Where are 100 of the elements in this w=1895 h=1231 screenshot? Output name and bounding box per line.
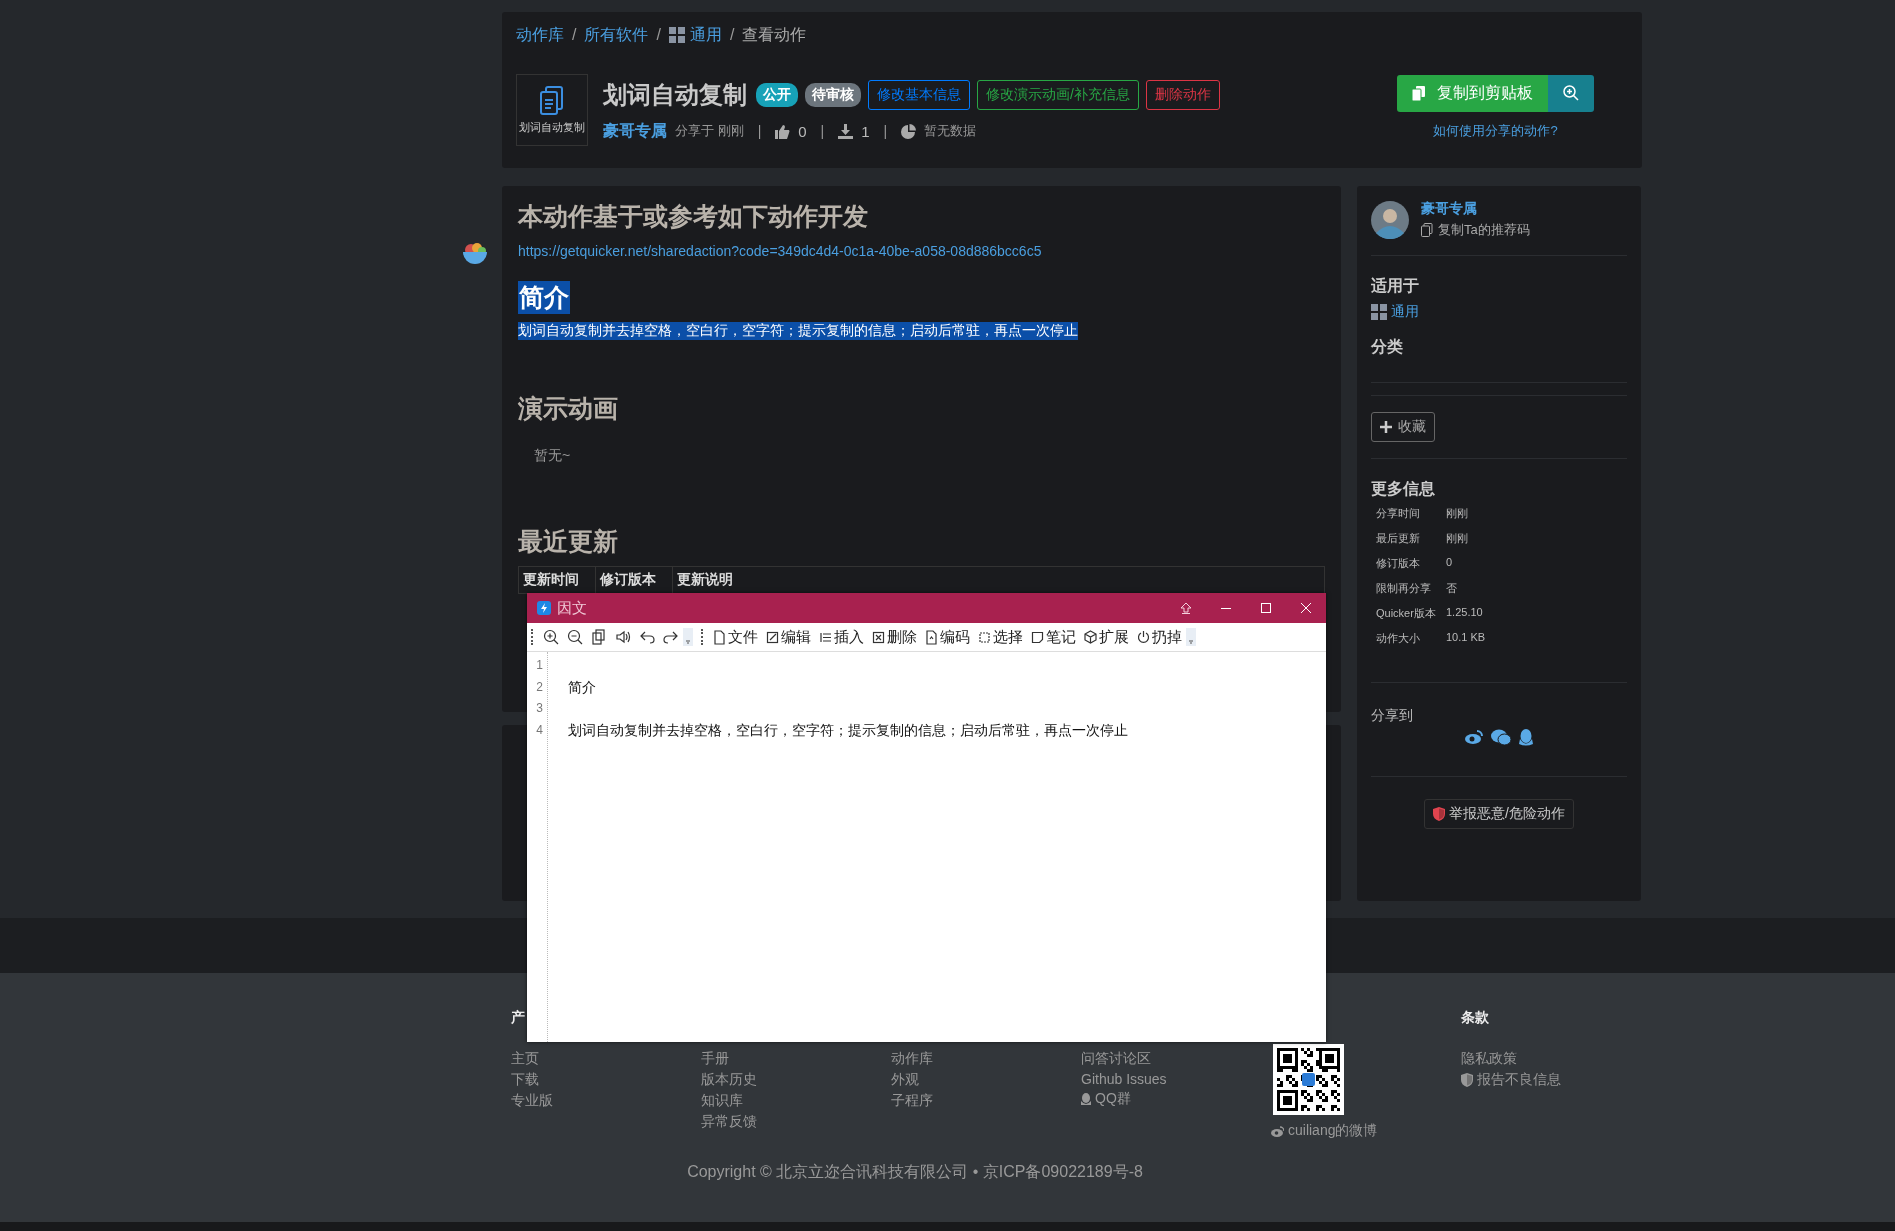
pie-chart-icon <box>901 123 917 139</box>
toolbar-menu[interactable]: 扔掉 <box>1137 627 1182 647</box>
stats-text: 暂无数据 <box>924 122 977 140</box>
edit-action-button[interactable]: 修改演示动画/补充信息 <box>977 79 1139 110</box>
sidebar-heading: 分类 <box>1371 337 1404 357</box>
edit-action-button[interactable]: 修改基本信息 <box>868 79 970 110</box>
toolbar-menu[interactable]: 编辑 <box>766 627 811 647</box>
file-icon <box>713 629 726 645</box>
footer-link[interactable]: 专业版 <box>511 1092 553 1110</box>
footer-link[interactable]: 问答讨论区 <box>1081 1050 1151 1068</box>
footer-link[interactable]: 动作库 <box>891 1050 933 1068</box>
footer-heading: 产 <box>511 1009 525 1027</box>
bowl-icon <box>462 240 488 266</box>
copy-to-clipboard-button[interactable]: 复制到剪贴板 <box>1397 74 1548 112</box>
zoom-out-icon[interactable] <box>567 629 583 645</box>
line-number: 2 <box>535 678 544 696</box>
toolbar-menu[interactable]: 笔记 <box>1031 627 1076 647</box>
editor-line: 简介 <box>568 677 597 697</box>
document-icon <box>538 85 566 116</box>
weibo-icon[interactable] <box>1465 729 1483 744</box>
favorite-button[interactable]: 收藏 <box>1371 412 1435 442</box>
thumbs-up-icon <box>775 123 791 139</box>
footer-link[interactable]: 主页 <box>511 1050 539 1068</box>
shared-time: 分享于 刚刚 <box>675 122 744 140</box>
search-button[interactable] <box>1548 74 1594 112</box>
shield-icon <box>1461 1073 1473 1087</box>
box-x-icon <box>872 629 885 645</box>
note-icon <box>1031 629 1044 645</box>
copy-icon <box>1421 223 1433 237</box>
footer-link[interactable]: 外观 <box>891 1071 919 1089</box>
user-name-link[interactable]: 豪哥专属 <box>1421 200 1530 218</box>
close-icon[interactable] <box>1300 602 1312 614</box>
help-link[interactable]: 如何使用分享的动作? <box>1433 121 1558 140</box>
toolbar-menu[interactable]: 扩展 <box>1084 627 1129 647</box>
speaker-icon[interactable] <box>615 629 631 645</box>
line-number: 3 <box>535 700 544 717</box>
toolbar-menu[interactable]: 选择 <box>978 627 1023 647</box>
breadcrumb-link[interactable]: 通用 <box>689 24 722 46</box>
footer-link[interactable]: 隐私政策 <box>1461 1050 1517 1068</box>
window-title: 因文 <box>557 598 587 618</box>
breadcrumb-link[interactable]: 所有软件 <box>584 24 649 46</box>
qq-penguin-icon[interactable] <box>1519 729 1533 746</box>
empty-text: 暂无~ <box>534 447 572 465</box>
toolbar-menu[interactable]: 删除 <box>872 627 917 647</box>
footer-link[interactable]: 版本历史 <box>701 1071 757 1089</box>
section-heading: 最近更新 <box>518 526 619 557</box>
cube-icon <box>1084 629 1097 645</box>
power-icon <box>1137 629 1150 645</box>
info-value: 1.25.10 <box>1446 606 1484 620</box>
toolbar-menu[interactable]: 文件 <box>713 627 758 647</box>
source-action-link[interactable]: https://getquicker.net/sharedaction?code=349dc4d4-0c1a-40be-a058-08d886bcc6c5 <box>518 243 1325 259</box>
sidebar-heading: 适用于 <box>1371 276 1420 296</box>
qr-code <box>1273 1044 1344 1115</box>
avatar <box>1371 200 1409 239</box>
download-icon <box>838 123 854 139</box>
copy-icon[interactable] <box>591 629 607 645</box>
footer-link[interactable]: 报告不良信息 <box>1461 1071 1561 1089</box>
likes-count: 0 <box>798 122 807 140</box>
section-heading: 本动作基于或参考如下动作开发 <box>518 201 869 232</box>
info-value: 刚刚 <box>1446 506 1469 521</box>
copy-referral-link[interactable]: 复制Ta的推荐码 <box>1421 221 1530 239</box>
info-label: 动作大小 <box>1376 631 1421 646</box>
toolbar-menu[interactable]: 编码 <box>925 627 970 647</box>
edit-action-button[interactable]: 删除动作 <box>1145 79 1220 110</box>
zoom-in-icon[interactable] <box>543 629 559 645</box>
search-icon <box>1563 85 1579 101</box>
footer-link[interactable]: Github Issues <box>1081 1071 1167 1087</box>
toolbar-menu[interactable]: 插入 <box>819 627 864 647</box>
line-number: 4 <box>535 721 544 739</box>
footer-link[interactable]: 异常反馈 <box>701 1113 757 1131</box>
footer-link[interactable]: 知识库 <box>701 1092 743 1110</box>
author-link[interactable]: 豪哥专属 <box>603 120 667 142</box>
footer-link[interactable]: 下载 <box>511 1071 539 1089</box>
redo-icon[interactable] <box>663 629 679 645</box>
footer-link[interactable]: 子程序 <box>891 1092 933 1110</box>
sidebar-heading: 更多信息 <box>1371 479 1436 499</box>
footer-heading: 条款 <box>1461 1009 1489 1027</box>
report-button[interactable]: 举报恶意/危险动作 <box>1424 799 1574 829</box>
breadcrumb-link[interactable]: 动作库 <box>516 24 564 46</box>
breadcrumb-separator: / <box>656 26 661 44</box>
meta-divider: | <box>820 123 825 139</box>
weibo-icon <box>1271 1125 1284 1137</box>
info-label: 最后更新 <box>1376 531 1421 546</box>
undo-icon[interactable] <box>639 629 655 645</box>
pin-icon[interactable] <box>1180 602 1192 614</box>
breadcrumb-separator: / <box>729 26 735 44</box>
plus-icon <box>1380 421 1392 433</box>
info-value: 刚刚 <box>1446 531 1469 546</box>
app-link[interactable]: 通用 <box>1371 303 1627 321</box>
weibo-link[interactable]: cuiliang的微博 <box>1271 1122 1378 1140</box>
action-icon-caption: 划词自动复制 <box>519 119 585 135</box>
grid-icon <box>668 27 685 43</box>
wechat-icon[interactable] <box>1491 729 1511 745</box>
status-badge: 公开 <box>756 82 798 107</box>
column-header: 更新说明 <box>676 570 734 589</box>
maximize-icon[interactable] <box>1260 602 1272 614</box>
footer-link[interactable]: QQ群 <box>1081 1090 1131 1108</box>
line-number: 1 <box>535 657 544 674</box>
footer-link[interactable]: 手册 <box>701 1050 729 1068</box>
meta-divider: | <box>883 123 888 139</box>
